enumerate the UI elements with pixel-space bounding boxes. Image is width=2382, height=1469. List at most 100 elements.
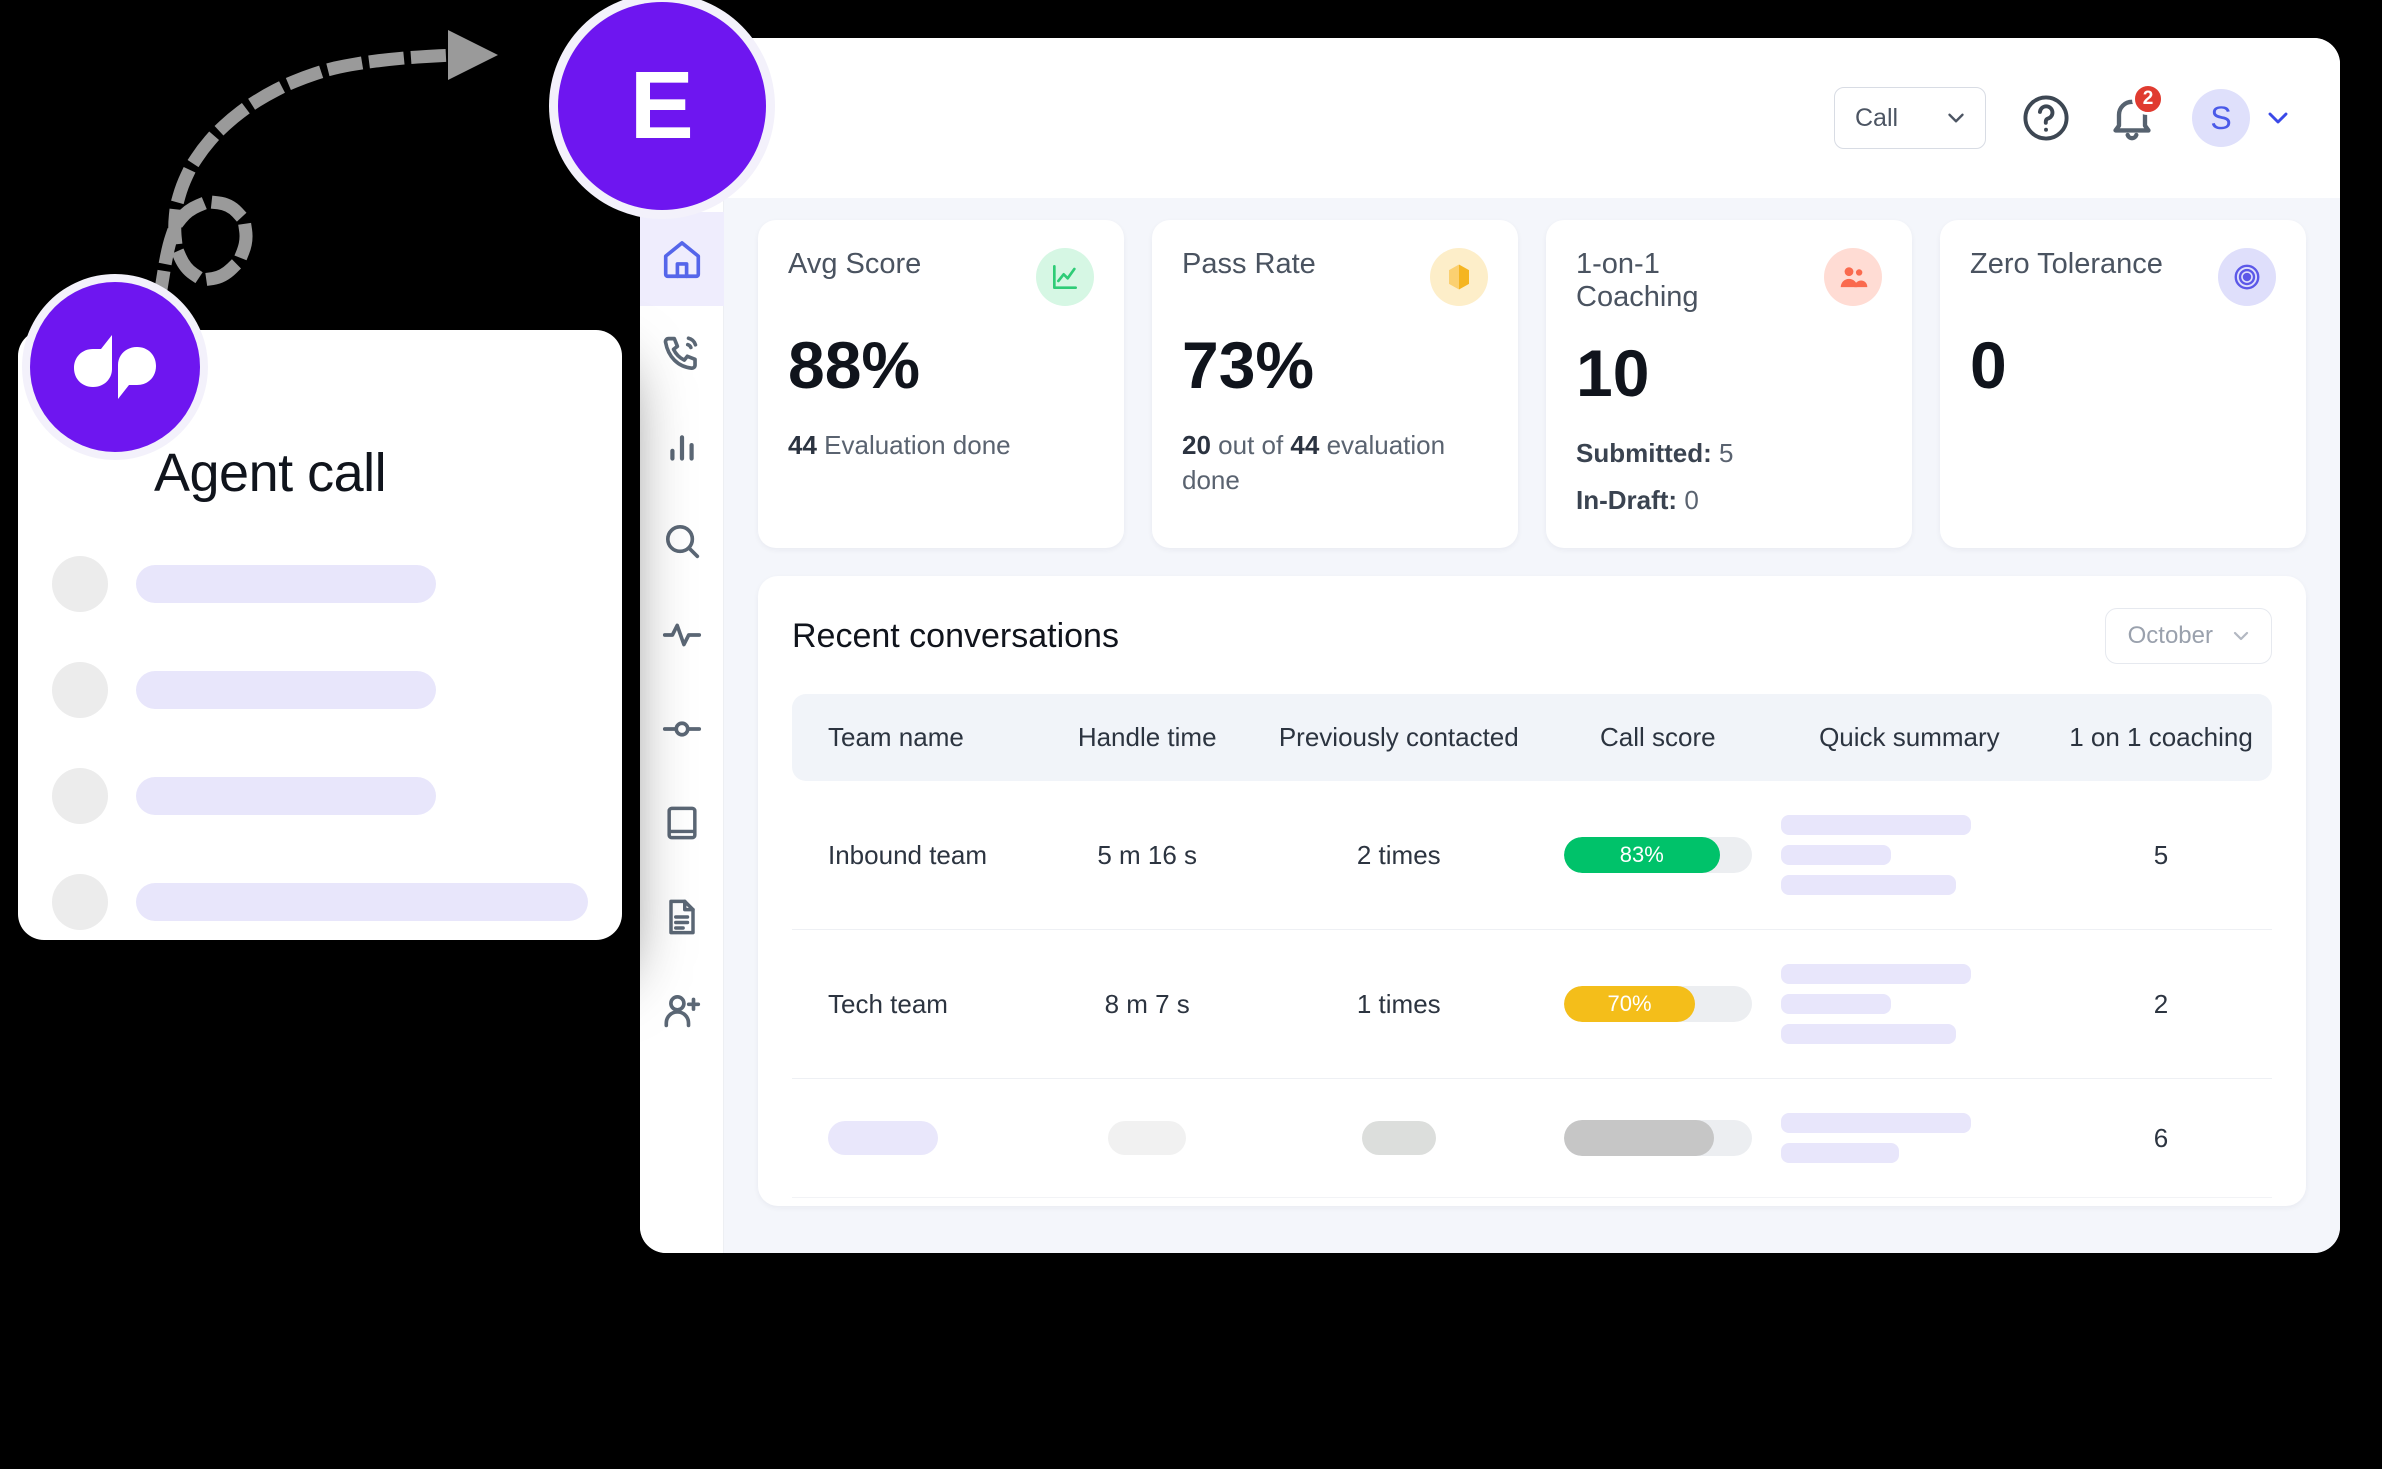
stat-card-avg-score: Avg Score 88% 44 Evaluation done bbox=[758, 220, 1124, 549]
help-button[interactable] bbox=[2020, 92, 2072, 144]
submitted-value: 5 bbox=[1711, 438, 1734, 468]
in-draft-value: 0 bbox=[1677, 485, 1699, 516]
notifications-button[interactable]: 2 bbox=[2106, 83, 2164, 147]
summary-skeleton bbox=[1775, 815, 2044, 896]
sidebar-item-add-user[interactable] bbox=[640, 964, 724, 1058]
skeleton-bar bbox=[136, 565, 436, 603]
column-header-previously-contacted[interactable]: Previously contacted bbox=[1251, 694, 1547, 781]
panel-header: Recent conversations October bbox=[792, 608, 2272, 665]
call-score-track: 70% bbox=[1563, 986, 1752, 1023]
table-row[interactable]: Tech team 8 m 7 s 1 times 70% 2 bbox=[792, 929, 2272, 1080]
stat-sub-strong-2: 44 bbox=[1290, 430, 1320, 460]
sidebar-item-settings[interactable] bbox=[640, 682, 724, 776]
cell-coaching-count: 6 bbox=[2049, 1078, 2272, 1199]
cell-team-name bbox=[792, 1078, 1044, 1199]
sidebar-item-analytics[interactable] bbox=[640, 400, 724, 494]
column-header-team-name[interactable]: Team name bbox=[792, 694, 1044, 781]
column-header-call-score[interactable]: Call score bbox=[1547, 694, 1769, 781]
stat-card-coaching: 1-on-1 Coaching 10 Submitted: 5 In-Draft… bbox=[1546, 220, 1912, 549]
stat-title: Pass Rate bbox=[1182, 248, 1316, 280]
main-content: Avg Score 88% 44 Evaluation done Pass Ra… bbox=[724, 198, 2340, 1253]
user-plus-icon bbox=[663, 994, 700, 1028]
skeleton-bar bbox=[1780, 994, 1891, 1015]
stat-title: Avg Score bbox=[788, 248, 922, 280]
skeleton-bar bbox=[828, 1121, 938, 1156]
stat-sub-strong: 44 bbox=[788, 430, 817, 460]
screenshot-stage: Call 2 S Avg Score 88% 44 Evaluation don… bbox=[0, 0, 2382, 1469]
table-header: Team name Handle time Previously contact… bbox=[792, 694, 2272, 782]
cell-handle-time: 5 m 16 s bbox=[1043, 781, 1251, 931]
dashed-arrow-decoration bbox=[141, 30, 498, 349]
list-item bbox=[52, 556, 588, 612]
slider-toggle-icon bbox=[662, 721, 701, 737]
cube-icon bbox=[1449, 264, 1469, 290]
stat-icon-badge bbox=[1824, 248, 1882, 306]
sidebar-item-library[interactable] bbox=[640, 776, 724, 870]
sidebar-item-home[interactable] bbox=[640, 212, 724, 306]
stat-title: 1-on-1 Coaching bbox=[1576, 248, 1699, 313]
call-score-fill: 70% bbox=[1563, 986, 1696, 1023]
scope-select-call[interactable]: Call bbox=[1834, 87, 1986, 149]
search-icon bbox=[665, 524, 699, 559]
cell-call-score: 83% bbox=[1546, 781, 1769, 931]
stat-sub-strong: 20 bbox=[1182, 430, 1211, 460]
stat-icon-badge bbox=[1036, 248, 1094, 306]
skeleton-bar bbox=[1780, 964, 1971, 985]
cell-previously-contacted bbox=[1250, 1078, 1547, 1199]
chevron-down-icon bbox=[2233, 632, 2249, 641]
cell-previously-contacted: 1 times bbox=[1250, 929, 1547, 1080]
sidebar-item-documents[interactable] bbox=[640, 870, 724, 964]
table-row[interactable]: 6 bbox=[792, 1078, 2272, 1199]
table-row[interactable]: Inbound team 5 m 16 s 2 times 83% 5 bbox=[792, 781, 2272, 931]
cell-quick-summary bbox=[1768, 1078, 2050, 1199]
stat-subtext-submitted: Submitted: 5 bbox=[1576, 436, 1882, 471]
scope-select-value: Call bbox=[1855, 103, 1899, 132]
sidebar-item-search[interactable] bbox=[640, 494, 724, 588]
bell-wrapper: 2 bbox=[2106, 83, 2164, 147]
sidebar-rail bbox=[640, 198, 724, 1253]
in-draft-label: In-Draft: bbox=[1576, 485, 1678, 516]
skeleton-bar bbox=[136, 883, 588, 921]
activity-pulse-icon bbox=[662, 623, 701, 647]
call-score-fill bbox=[1563, 1120, 1715, 1157]
notification-count-badge: 2 bbox=[2132, 83, 2164, 115]
cell-quick-summary bbox=[1768, 781, 2050, 931]
account-menu[interactable]: S bbox=[2192, 89, 2294, 147]
agent-call-list bbox=[52, 556, 588, 930]
stat-card-header: Pass Rate bbox=[1182, 248, 1488, 306]
cell-coaching-count: 5 bbox=[2049, 781, 2272, 931]
cell-call-score: 70% bbox=[1546, 929, 1769, 1080]
stat-subtext: 44 Evaluation done bbox=[788, 428, 1094, 463]
stat-value: 10 bbox=[1576, 336, 1650, 410]
column-header-handle-time[interactable]: Handle time bbox=[1044, 694, 1251, 781]
column-header-quick-summary[interactable]: Quick summary bbox=[1769, 694, 2050, 781]
avatar-placeholder bbox=[52, 874, 108, 930]
avatar-placeholder bbox=[52, 768, 108, 824]
bar-chart-icon bbox=[669, 435, 694, 461]
stat-sub-rest: Evaluation done bbox=[816, 430, 1011, 460]
conversations-table: Team name Handle time Previously contact… bbox=[792, 694, 2272, 1199]
sidebar-item-activity[interactable] bbox=[640, 588, 724, 682]
call-score-track: 83% bbox=[1563, 837, 1752, 874]
avatar-placeholder bbox=[52, 556, 108, 612]
stat-card-header: Zero Tolerance bbox=[1970, 248, 2276, 306]
stat-card-zero-tolerance: Zero Tolerance 0 bbox=[1940, 220, 2306, 549]
call-score-fill: 83% bbox=[1563, 837, 1720, 874]
skeleton-bar bbox=[1780, 815, 1971, 836]
call-score-label: 83% bbox=[1619, 842, 1664, 868]
document-icon bbox=[668, 899, 695, 935]
sidebar-item-calls[interactable] bbox=[640, 306, 724, 400]
column-header-coaching[interactable]: 1 on 1 coaching bbox=[2050, 694, 2272, 781]
cell-previously-contacted: 2 times bbox=[1250, 781, 1547, 931]
month-filter-select[interactable]: October bbox=[2104, 608, 2272, 665]
call-score-label: 70% bbox=[1607, 991, 1652, 1017]
cell-call-score bbox=[1546, 1078, 1769, 1199]
page-title: Recent conversations bbox=[792, 616, 1119, 655]
skeleton-bar bbox=[1108, 1121, 1187, 1156]
phone-ring-icon bbox=[663, 336, 697, 370]
table-header-row: Team name Handle time Previously contact… bbox=[792, 694, 2272, 782]
top-header-bar: Call 2 S bbox=[640, 38, 2340, 198]
list-item bbox=[52, 874, 588, 930]
skeleton-bar bbox=[136, 777, 436, 815]
stat-cards-row: Avg Score 88% 44 Evaluation done Pass Ra… bbox=[758, 220, 2306, 549]
